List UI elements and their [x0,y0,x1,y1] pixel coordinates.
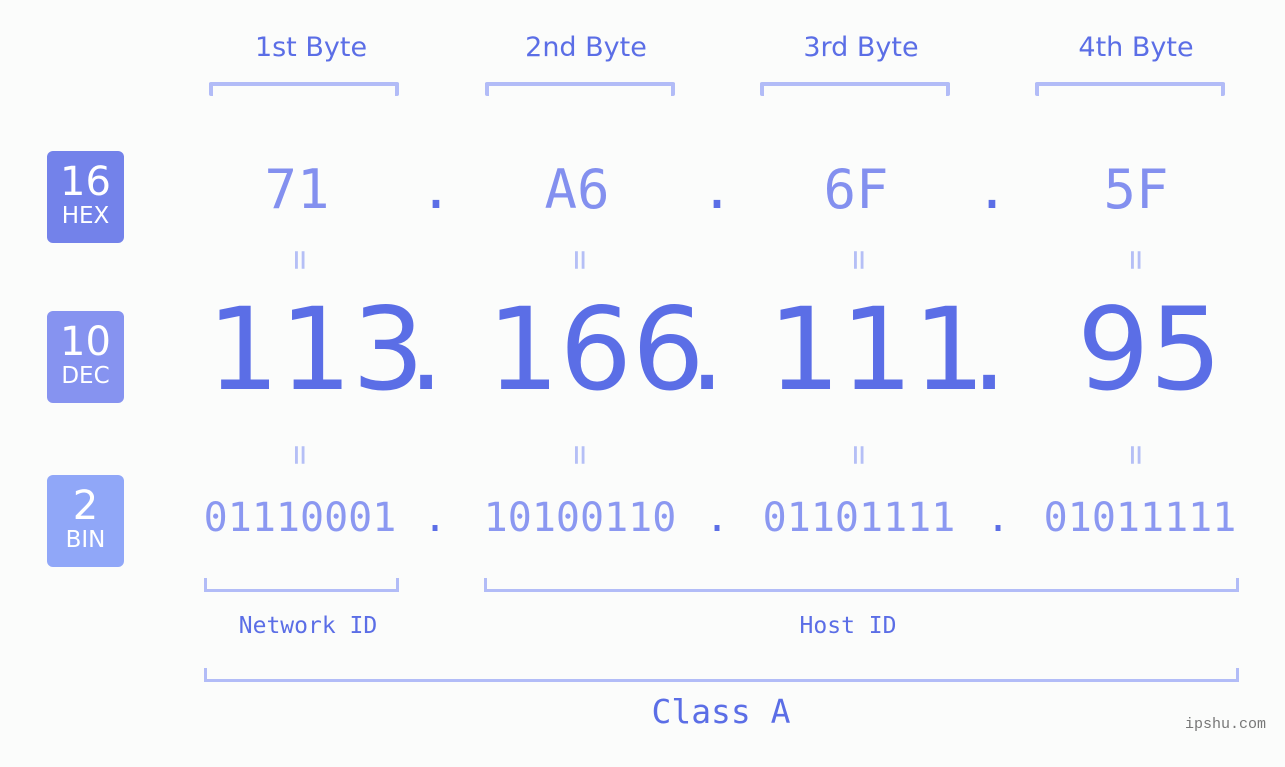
equals-icon: = [280,249,320,271]
network-id-bracket [204,578,399,592]
bin-badge-label: BIN [65,527,106,553]
hex-badge: 16 HEX [47,151,124,243]
hex-byte-4: 5F [1103,158,1169,221]
dec-byte-1: 113 [207,283,425,416]
hex-separator: . [419,158,453,221]
hex-byte-3: 6F [823,158,889,221]
dec-badge-number: 10 [60,319,111,365]
host-id-bracket [484,578,1239,592]
equals-icon: = [839,444,879,466]
equals-icon: = [839,249,879,271]
byte-header-3: 3rd Byte [803,32,919,63]
byte-bracket-2 [485,82,675,96]
byte-header-4: 4th Byte [1078,32,1194,63]
bin-separator: . [422,495,448,541]
byte-bracket-4 [1035,82,1225,96]
equals-icon: = [560,249,600,271]
hex-byte-1: 71 [264,158,330,221]
dec-badge: 10 DEC [47,311,124,403]
equals-icon: = [1116,444,1156,466]
watermark: ipshu.com [1185,716,1267,733]
dec-separator: . [689,283,726,416]
hex-byte-2: A6 [544,158,610,221]
dec-separator: . [408,283,445,416]
equals-icon: = [560,444,600,466]
equals-icon: = [280,444,320,466]
hex-badge-label: HEX [61,203,110,229]
dec-byte-4: 95 [1077,283,1223,416]
bin-separator: . [704,495,730,541]
byte-bracket-3 [760,82,950,96]
hex-separator: . [975,158,1009,221]
byte-bracket-1 [209,82,399,96]
bin-byte-4: 01011111 [1043,495,1237,541]
dec-badge-label: DEC [61,363,110,389]
class-bracket [204,668,1239,682]
dec-separator: . [971,283,1008,416]
byte-header-2: 2nd Byte [525,32,647,63]
dec-byte-2: 166 [487,283,705,416]
network-id-label: Network ID [238,613,378,639]
hex-badge-number: 16 [60,159,111,205]
bin-badge-number: 2 [72,483,99,529]
bin-separator: . [985,495,1011,541]
bin-byte-3: 01101111 [762,495,956,541]
bin-badge: 2 BIN [47,475,124,567]
host-id-label: Host ID [799,613,897,639]
class-label: Class A [651,692,791,731]
byte-header-1: 1st Byte [254,32,368,63]
equals-icon: = [1116,249,1156,271]
bin-byte-2: 10100110 [483,495,677,541]
dec-byte-3: 111 [768,283,986,416]
bin-byte-1: 01110001 [203,495,397,541]
hex-separator: . [700,158,734,221]
